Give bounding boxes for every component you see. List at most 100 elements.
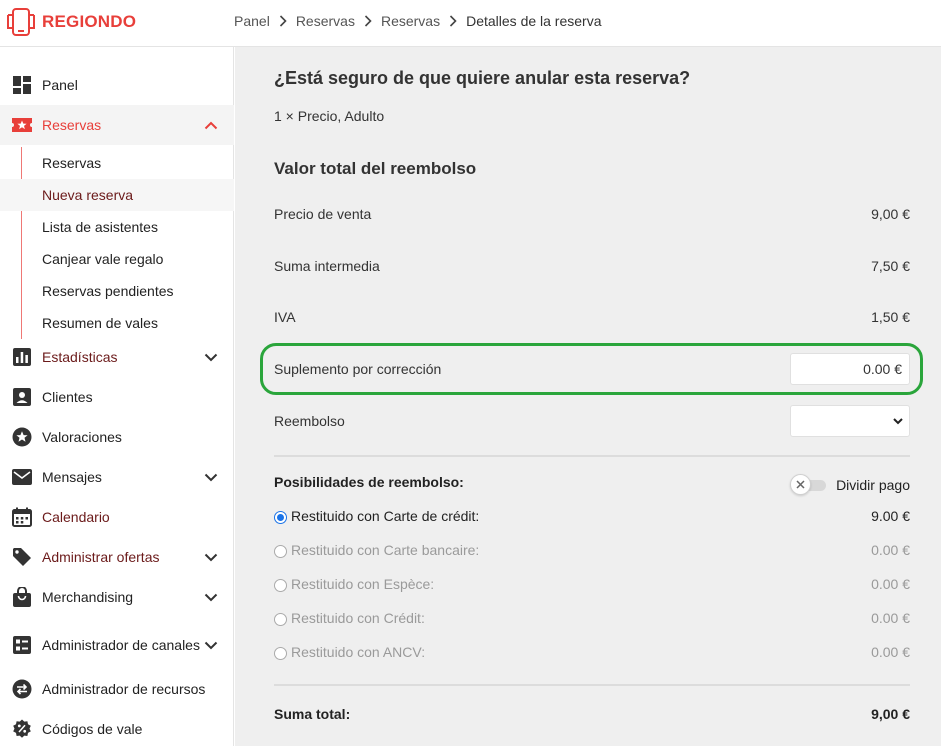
star-circle-icon [11,426,33,448]
sidebar-item-label: Administrador de recursos [42,681,206,697]
submenu-item-reservas[interactable]: Reservas [0,147,234,179]
refund-option-bank-card[interactable]: Restituido con Carte bancaire: 0.00 € [274,542,910,562]
row-value: 9,00 € [871,206,910,222]
tag-icon [11,546,33,568]
swap-icon [11,678,33,700]
option-label: Restituido con Carte de crédit: [291,508,480,524]
dashboard-icon [11,74,33,96]
sidebar-item-mensajes[interactable]: Mensajes [0,457,234,497]
regiondo-logo-icon [7,8,35,36]
chevron-down-icon [203,469,219,485]
refund-select[interactable] [790,405,910,437]
chevron-down-icon [203,637,219,653]
row-label: Reembolso [274,413,345,429]
submenu-item-label: Nueva reserva [42,187,134,203]
sidebar-item-clientes[interactable]: Clientes [0,377,234,417]
sidebar-item-administrador-canales[interactable]: Administrador de canales [0,623,234,667]
submenu-item-resumen-vales[interactable]: Resumen de vales [0,307,234,339]
option-label: Restituido con ANCV: [291,644,426,660]
split-payment-label: Dividir pago [836,477,910,493]
sidebar-item-label: Reservas [42,117,102,133]
mail-icon [11,466,33,488]
option-label: Restituido con Espèce: [291,576,435,592]
sidebar-item-label: Estadísticas [42,349,118,365]
refund-option-ancv[interactable]: Restituido con ANCV: 0.00 € [274,644,910,664]
breadcrumb-current: Detalles de la reserva [466,13,602,29]
submenu-item-label: Reservas [42,155,102,171]
sidebar-item-label: Mensajes [42,469,102,485]
row-value: 1,50 € [871,309,910,325]
sidebar-item-reservas[interactable]: Reservas [0,105,234,145]
booking-item-line: 1 × Precio, Adulto [274,108,385,124]
radio-button[interactable] [274,613,287,626]
contact-card-icon [11,386,33,408]
sidebar-item-administrador-recursos[interactable]: Administrador de recursos [0,669,234,709]
submenu-item-label: Lista de asistentes [42,219,158,235]
calendar-icon [11,506,33,528]
star-ticket-icon [11,114,33,136]
radio-button[interactable] [274,579,287,592]
radio-button[interactable] [274,545,287,558]
option-value: 0.00 € [871,610,910,626]
sidebar-item-label: Valoraciones [42,429,122,445]
sidebar-item-panel[interactable]: Panel [0,65,234,105]
row-value: 7,50 € [871,258,910,274]
submenu-item-reservas-pendientes[interactable]: Reservas pendientes [0,275,234,307]
breadcrumb-reservas-list[interactable]: Reservas [381,13,440,29]
sidebar-item-administrar-ofertas[interactable]: Administrar ofertas [0,537,234,577]
sidebar: Panel Reservas Reservas Nueva reserva Li… [0,47,234,746]
option-label: Restituido con Crédit: [291,610,425,626]
sidebar-item-label: Calendario [42,509,110,525]
split-payment-toggle[interactable] [790,474,826,496]
chevron-down-icon [203,549,219,565]
option-value: 0.00 € [871,644,910,660]
percent-icon [11,718,33,740]
sidebar-item-label: Clientes [42,389,93,405]
sidebar-item-label: Códigos de vale [42,721,143,737]
sidebar-item-label: Panel [42,77,78,93]
sidebar-item-calendario[interactable]: Calendario [0,497,234,537]
refund-heading: Valor total del reembolso [274,159,477,178]
option-value: 0.00 € [871,542,910,558]
chevron-right-icon [279,15,287,27]
channels-icon [11,634,33,656]
correction-amount-input[interactable]: 0.00 € [790,353,910,385]
bar-chart-icon [11,346,33,368]
option-value: 0.00 € [871,576,910,592]
refund-option-cash[interactable]: Restituido con Espèce: 0.00 € [274,576,910,596]
refund-option-credit-card[interactable]: Restituido con Carte de crédit: 9.00 € [274,508,910,528]
sidebar-item-codigos-vale[interactable]: Códigos de vale [0,709,234,746]
top-bar: REGIONDO Panel Reservas Reservas Detalle… [0,0,941,47]
option-label: Restituido con Carte bancaire: [291,542,480,558]
refund-option-credit[interactable]: Restituido con Crédit: 0.00 € [274,610,910,630]
chevron-down-icon [893,418,903,425]
submenu-item-canjear-vale[interactable]: Canjear vale regalo [0,243,234,275]
brand-logo[interactable]: REGIONDO [6,6,136,38]
shopping-bag-icon [11,586,33,608]
total-value: 9,00 € [871,706,910,722]
chevron-right-icon [364,15,372,27]
radio-button[interactable] [274,511,287,524]
main-content: ¿Está seguro de que quiere anular esta r… [235,47,941,746]
chevron-down-icon [203,349,219,365]
sidebar-item-label: Merchandising [42,589,134,605]
sidebar-item-label: Administrar ofertas [42,549,160,565]
submenu-item-nueva-reserva[interactable]: Nueva reserva [0,179,234,211]
refund-options-title: Posibilidades de reembolso: [274,474,464,490]
divider [274,455,910,457]
row-label: Suma intermedia [274,258,380,274]
submenu-item-lista-asistentes[interactable]: Lista de asistentes [0,211,234,243]
breadcrumb-reservas[interactable]: Reservas [296,13,355,29]
option-value: 9.00 € [871,508,910,524]
submenu-item-label: Reservas pendientes [42,283,174,299]
sidebar-item-valoraciones[interactable]: Valoraciones [0,417,234,457]
sidebar-item-merchandising[interactable]: Merchandising [0,577,234,617]
brand-name: REGIONDO [42,12,137,31]
radio-button[interactable] [274,647,287,660]
total-row: Suma total: 9,00 € [274,706,910,722]
breadcrumb: Panel Reservas Reservas Detalles de la r… [234,13,602,29]
sidebar-item-estadisticas[interactable]: Estadísticas [0,337,234,377]
submenu-item-label: Canjear vale regalo [42,251,164,267]
split-payment-control: Dividir pago [790,474,910,496]
breadcrumb-panel[interactable]: Panel [234,13,270,29]
